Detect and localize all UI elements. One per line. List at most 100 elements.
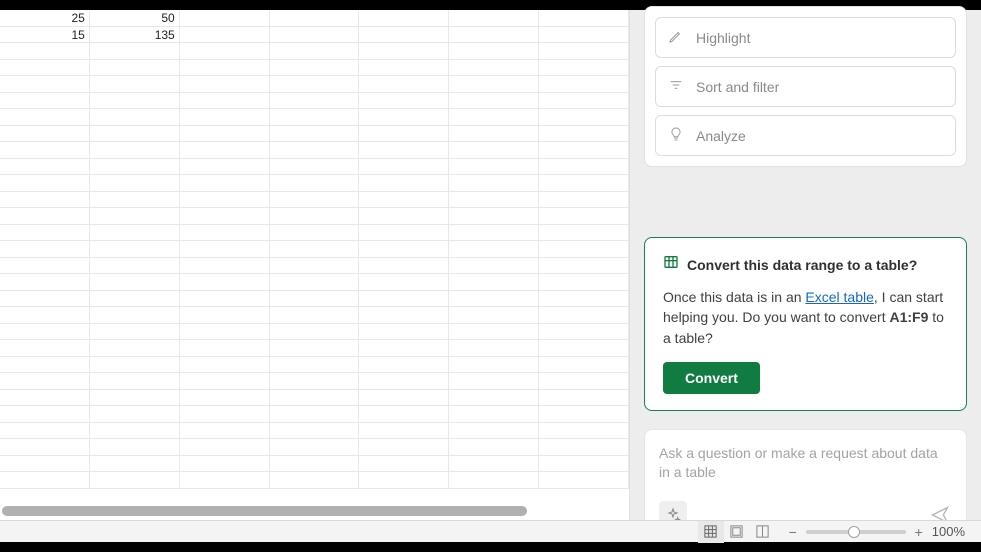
- cell[interactable]: [270, 472, 360, 488]
- cell[interactable]: [270, 373, 360, 389]
- cell[interactable]: [449, 390, 539, 406]
- highlight-button[interactable]: Highlight: [655, 17, 956, 58]
- cell[interactable]: [0, 159, 90, 175]
- cell[interactable]: [270, 76, 360, 92]
- normal-view-button[interactable]: [698, 521, 724, 543]
- cell[interactable]: [449, 258, 539, 274]
- cell[interactable]: [0, 43, 90, 59]
- cell[interactable]: [90, 60, 180, 76]
- table-row[interactable]: [0, 456, 629, 473]
- cell[interactable]: [0, 241, 90, 257]
- cell[interactable]: 50: [90, 10, 180, 26]
- grid[interactable]: 255015135: [0, 10, 629, 520]
- cell[interactable]: [449, 60, 539, 76]
- cell[interactable]: [359, 307, 449, 323]
- cell[interactable]: [270, 109, 360, 125]
- cell[interactable]: [539, 472, 629, 488]
- cell[interactable]: [359, 93, 449, 109]
- table-row[interactable]: [0, 142, 629, 159]
- cell[interactable]: [270, 175, 360, 191]
- cell[interactable]: [270, 390, 360, 406]
- cell[interactable]: [90, 406, 180, 422]
- cell[interactable]: [90, 43, 180, 59]
- cell[interactable]: [449, 423, 539, 439]
- cell[interactable]: [359, 439, 449, 455]
- page-layout-view-button[interactable]: [724, 521, 750, 543]
- cell[interactable]: [449, 406, 539, 422]
- cell[interactable]: [359, 291, 449, 307]
- cell[interactable]: [180, 10, 270, 26]
- table-row[interactable]: [0, 159, 629, 176]
- table-row[interactable]: [0, 258, 629, 275]
- cell[interactable]: [90, 340, 180, 356]
- cell[interactable]: [359, 472, 449, 488]
- cell[interactable]: [180, 76, 270, 92]
- cell[interactable]: [539, 324, 629, 340]
- cell[interactable]: [539, 126, 629, 142]
- cell[interactable]: [180, 60, 270, 76]
- cell[interactable]: [0, 456, 90, 472]
- zoom-out-button[interactable]: −: [786, 524, 800, 540]
- table-row[interactable]: [0, 307, 629, 324]
- cell[interactable]: [270, 324, 360, 340]
- cell[interactable]: [90, 357, 180, 373]
- cell[interactable]: [0, 324, 90, 340]
- cell[interactable]: [90, 109, 180, 125]
- cell[interactable]: [270, 258, 360, 274]
- cell[interactable]: [0, 274, 90, 290]
- cell[interactable]: [539, 258, 629, 274]
- cell[interactable]: [270, 439, 360, 455]
- cell[interactable]: [0, 175, 90, 191]
- chat-input-box[interactable]: Ask a question or make a request about d…: [644, 429, 967, 529]
- cell[interactable]: [90, 175, 180, 191]
- cell[interactable]: [539, 241, 629, 257]
- cell[interactable]: [539, 175, 629, 191]
- cell[interactable]: [90, 472, 180, 488]
- cell[interactable]: [449, 225, 539, 241]
- table-row[interactable]: [0, 357, 629, 374]
- cell[interactable]: [270, 456, 360, 472]
- cell[interactable]: [359, 43, 449, 59]
- cell[interactable]: [0, 142, 90, 158]
- table-row[interactable]: [0, 192, 629, 209]
- cell[interactable]: [539, 208, 629, 224]
- cell[interactable]: [90, 291, 180, 307]
- cell[interactable]: 15: [0, 27, 90, 43]
- cell[interactable]: [539, 291, 629, 307]
- table-row[interactable]: [0, 439, 629, 456]
- cell[interactable]: [180, 126, 270, 142]
- cell[interactable]: [359, 340, 449, 356]
- cell[interactable]: [0, 390, 90, 406]
- cell[interactable]: [359, 406, 449, 422]
- cell[interactable]: [0, 76, 90, 92]
- cell[interactable]: [359, 192, 449, 208]
- cell[interactable]: [359, 241, 449, 257]
- cell[interactable]: [449, 175, 539, 191]
- table-row[interactable]: [0, 406, 629, 423]
- cell[interactable]: [90, 373, 180, 389]
- cell[interactable]: [359, 423, 449, 439]
- cell[interactable]: [539, 373, 629, 389]
- table-row[interactable]: [0, 390, 629, 407]
- cell[interactable]: [90, 439, 180, 455]
- cell[interactable]: [449, 340, 539, 356]
- table-row[interactable]: [0, 324, 629, 341]
- table-row[interactable]: [0, 241, 629, 258]
- cell[interactable]: [90, 258, 180, 274]
- cell[interactable]: [539, 357, 629, 373]
- cell[interactable]: [449, 274, 539, 290]
- table-row[interactable]: [0, 60, 629, 77]
- cell[interactable]: [270, 307, 360, 323]
- table-row[interactable]: [0, 208, 629, 225]
- zoom-slider-thumb[interactable]: [848, 526, 860, 538]
- cell[interactable]: [180, 192, 270, 208]
- cell[interactable]: [90, 423, 180, 439]
- cell[interactable]: [539, 456, 629, 472]
- cell[interactable]: [539, 109, 629, 125]
- table-row[interactable]: [0, 373, 629, 390]
- cell[interactable]: [539, 76, 629, 92]
- cell[interactable]: [0, 291, 90, 307]
- table-row[interactable]: [0, 175, 629, 192]
- cell[interactable]: [270, 43, 360, 59]
- cell[interactable]: [270, 241, 360, 257]
